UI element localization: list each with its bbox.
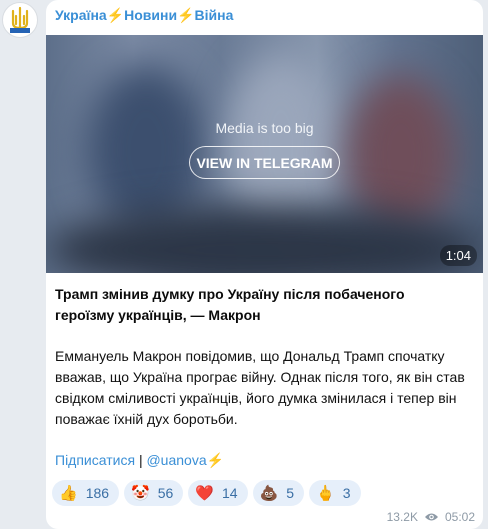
reaction-count: 14 [222,485,238,501]
reaction-clown[interactable]: 🤡 56 [124,480,184,506]
view-in-telegram-button[interactable]: VIEW IN TELEGRAM [189,146,340,179]
message-bubble: Україна⚡Новини⚡Війна Media is too big VI… [46,0,483,529]
reaction-thumbs-up[interactable]: 👍 186 [52,480,120,506]
reactions-bar: 👍 186 🤡 56 ❤️ 14 💩 5 🖕 3 [52,480,361,506]
reaction-middle-finger[interactable]: 🖕 3 [309,480,361,506]
view-count: 13.2K [386,510,418,524]
poop-icon: 💩 [259,484,279,502]
link-separator: | [138,452,143,468]
reaction-count: 186 [85,485,110,501]
channel-title[interactable]: Україна⚡Новини⚡Війна [55,7,233,24]
post-links: Підписатися | @uanova⚡ [55,452,224,469]
heart-icon: ❤️ [195,484,214,502]
reaction-count: 56 [157,485,174,501]
channel-handle-link[interactable]: @uanova⚡ [146,452,224,468]
message-meta: 13.2K 05:02 [387,510,475,524]
reaction-count: 3 [342,485,351,501]
message-time: 05:02 [444,510,475,524]
thumbs-up-icon: 👍 [59,484,78,502]
trident-emblem-icon [10,6,30,33]
reaction-poop[interactable]: 💩 5 [252,480,305,506]
eye-icon [424,512,439,522]
post-title: Трамп змінив думку про Україну після поб… [55,286,405,323]
post-body: Еммануель Макрон повідомив, що Дональд Т… [55,348,465,427]
video-duration: 1:04 [439,245,477,266]
media-preview[interactable]: Media is too big VIEW IN TELEGRAM 1:04 [46,35,483,273]
channel-avatar[interactable] [2,2,38,38]
clown-icon: 🤡 [131,484,150,502]
reaction-count: 5 [286,485,295,501]
media-too-big-label: Media is too big [215,120,314,136]
middle-finger-icon: 🖕 [316,484,335,502]
subscribe-link[interactable]: Підписатися [55,452,135,468]
reaction-heart[interactable]: ❤️ 14 [188,480,248,506]
